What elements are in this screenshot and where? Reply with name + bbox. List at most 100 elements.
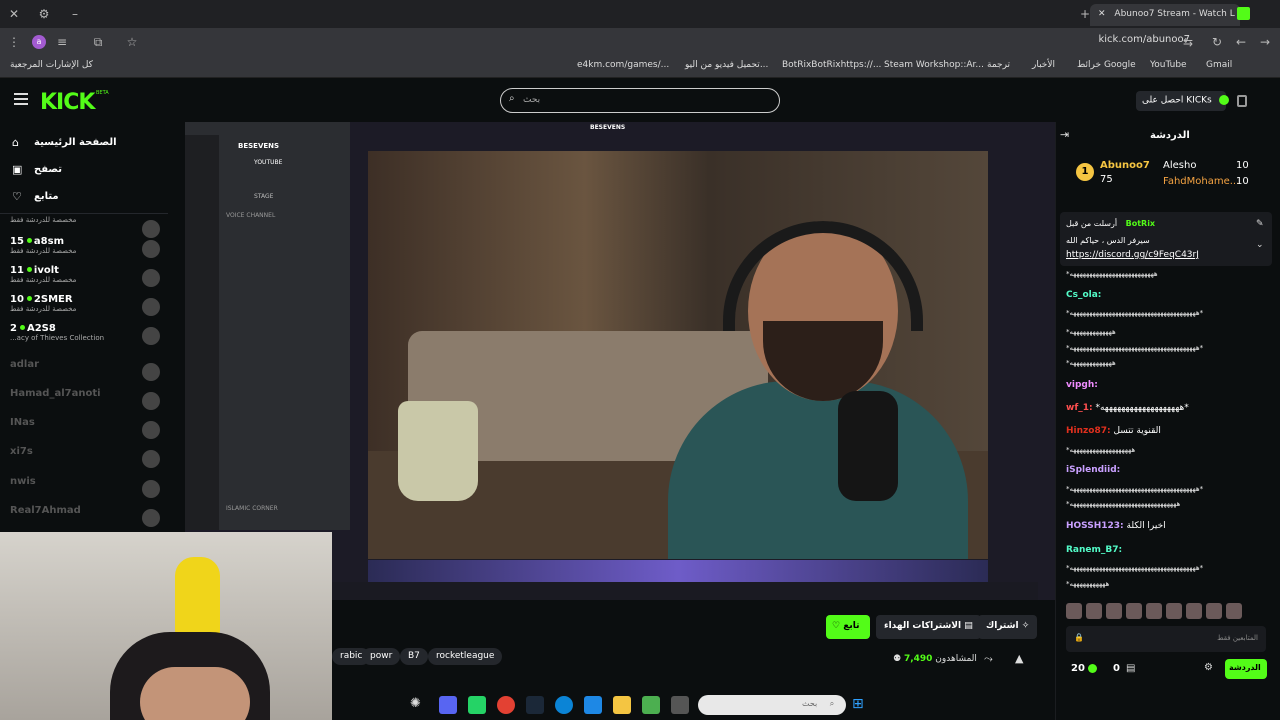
emote-icon[interactable] bbox=[1126, 603, 1142, 619]
browser-tab[interactable]: ✕ Abunoo7 Stream - Watch L bbox=[1090, 4, 1240, 26]
bookmark-item[interactable]: YouTube bbox=[1150, 60, 1187, 70]
sidebar-channel[interactable]: 2 A2S8 ...acy of Thieves Collection bbox=[10, 323, 160, 352]
tag-pill[interactable]: powr bbox=[362, 648, 401, 665]
chat-text: *ههههههههههههههههههههههههههههههههههههههه… bbox=[1066, 485, 1204, 493]
emote-icon[interactable] bbox=[1226, 603, 1242, 619]
emote-icon[interactable] bbox=[1086, 603, 1102, 619]
folder-icon[interactable] bbox=[613, 696, 631, 714]
menu-dots-icon[interactable]: ⋮ bbox=[6, 34, 22, 50]
share-icon[interactable]: ⤳ bbox=[984, 652, 993, 666]
chrome-icon[interactable] bbox=[497, 696, 515, 714]
gifter-name[interactable]: Alesho bbox=[1163, 160, 1196, 171]
whatsapp-icon[interactable] bbox=[468, 696, 486, 714]
tag-pill[interactable]: B7 bbox=[400, 648, 428, 665]
settings-icon[interactable]: ✺ bbox=[410, 696, 428, 714]
emote-icon[interactable] bbox=[1166, 603, 1182, 619]
chat-send-button[interactable]: الدردشة bbox=[1225, 659, 1267, 679]
hamburger-menu-icon[interactable] bbox=[14, 93, 28, 105]
settings-icon[interactable]: ⚙ bbox=[36, 6, 52, 22]
sidebar-channel[interactable]: adlar bbox=[10, 359, 160, 388]
collapse-chat-icon[interactable]: ⇥ bbox=[1060, 128, 1069, 141]
pinned-user[interactable]: BotRix bbox=[1126, 219, 1155, 228]
nav-browse[interactable]: تصفح bbox=[34, 164, 62, 175]
emote-icon[interactable] bbox=[1146, 603, 1162, 619]
sidebar-channel[interactable]: INas bbox=[10, 417, 160, 446]
bookmark-item[interactable]: e4km.com/games/... bbox=[577, 60, 669, 70]
emote-icon[interactable] bbox=[1066, 603, 1082, 619]
chat-username[interactable]: vipgh: bbox=[1066, 380, 1098, 390]
minimize-icon[interactable]: – bbox=[67, 6, 83, 22]
search-icon: ⌕ bbox=[829, 699, 835, 708]
chat-username[interactable]: Hinzo87: bbox=[1066, 426, 1111, 436]
channel-avatar bbox=[142, 392, 160, 410]
notes-icon[interactable] bbox=[1237, 95, 1247, 107]
forward-icon[interactable]: ← bbox=[1233, 34, 1249, 50]
chat-username[interactable]: Ranem_B7: bbox=[1066, 545, 1122, 555]
taskbar-search[interactable]: بحث ⌕ bbox=[698, 695, 846, 715]
back-icon[interactable]: → bbox=[1257, 34, 1273, 50]
nav-following[interactable]: متابع bbox=[34, 191, 59, 202]
bookmark-item[interactable]: تحميل فيديو من اليو... bbox=[685, 60, 768, 70]
bookmark-item[interactable]: Steam Workshop::Ar... bbox=[884, 60, 984, 70]
bookmark-item[interactable]: خرائط Google bbox=[1077, 60, 1136, 70]
pin-icon[interactable]: ✎ bbox=[1256, 219, 1264, 229]
sidebar-channel[interactable]: 11 ivolt مخصصة للدردشة فقط bbox=[10, 265, 160, 294]
chevron-down-icon[interactable]: ⌄ bbox=[1256, 240, 1264, 250]
chat-username[interactable]: Cs_ola: bbox=[1066, 290, 1101, 300]
app-icon[interactable] bbox=[671, 696, 689, 714]
share-icon[interactable]: ⧉ bbox=[90, 34, 106, 50]
bookmark-star-icon[interactable]: ☆ bbox=[124, 34, 140, 50]
tab-close-icon[interactable]: ✕ bbox=[1098, 9, 1106, 19]
windows-start-icon[interactable]: ⊞ bbox=[852, 696, 870, 714]
sidebar-channel[interactable]: nwis bbox=[10, 476, 160, 505]
edge-icon[interactable] bbox=[555, 696, 573, 714]
pinned-link[interactable]: https://discord.gg/c9FeqC43rJ bbox=[1066, 250, 1199, 260]
steam-icon[interactable] bbox=[526, 696, 544, 714]
report-icon[interactable]: ▲ bbox=[1015, 652, 1023, 665]
bookmark-item[interactable]: الأخبار bbox=[1032, 60, 1055, 70]
viewers-label: المشاهدون bbox=[935, 654, 977, 664]
bookmark-item[interactable]: Gmail bbox=[1206, 60, 1232, 70]
emote-icon[interactable] bbox=[1106, 603, 1122, 619]
file-icon[interactable] bbox=[584, 696, 602, 714]
bookmark-item[interactable]: BotRixBotRixhttps://... bbox=[782, 60, 881, 70]
nav-home[interactable]: الصفحة الرئيسية bbox=[34, 137, 117, 148]
settings-icon[interactable]: ⚙ bbox=[1204, 662, 1213, 673]
sidebar-channel[interactable]: Real7Ahmad bbox=[10, 505, 160, 534]
chat-message: Cs_ola: bbox=[1066, 290, 1101, 300]
discord-icon[interactable] bbox=[439, 696, 457, 714]
translate-icon[interactable]: ⇆ bbox=[1180, 34, 1196, 50]
kick-logo[interactable]: KICK bbox=[40, 90, 95, 115]
tag-pill[interactable]: rocketleague bbox=[428, 648, 503, 665]
get-kicks-button[interactable]: احصل على KICKs bbox=[1136, 91, 1229, 111]
follow-button[interactable]: ♡ تابع bbox=[826, 615, 870, 639]
channel-subtitle: مخصصة للدردشة فقط bbox=[10, 216, 77, 224]
pinned-header: أرسلت من قبل BotRix bbox=[1066, 219, 1155, 228]
profile-avatar[interactable]: a bbox=[32, 35, 46, 49]
xbox-icon[interactable] bbox=[642, 696, 660, 714]
channel-name: 2 A2S8 bbox=[10, 323, 160, 334]
gift-subs-button[interactable]: الاشتراكات الهداء ▤ bbox=[876, 615, 981, 639]
emote-icon[interactable] bbox=[1186, 603, 1202, 619]
close-icon[interactable]: ✕ bbox=[6, 6, 22, 22]
sidebar-channel[interactable]: xi7s bbox=[10, 446, 160, 475]
reload-icon[interactable]: ↻ bbox=[1209, 34, 1225, 50]
extensions-icon[interactable]: ≡ bbox=[54, 34, 70, 50]
gifter-name[interactable]: FahdMohame... bbox=[1163, 176, 1239, 187]
sidebar-channel[interactable]: 10 2SMER مخصصة للدردشة فقط bbox=[10, 294, 160, 323]
chat-username[interactable]: HOSSH123: bbox=[1066, 521, 1124, 531]
bookmark-item[interactable]: ترجمة bbox=[987, 60, 1010, 70]
sidebar-channel[interactable]: Hamad_al7anoti bbox=[10, 388, 160, 417]
address-bar[interactable]: kick.com/abunoo7 bbox=[1098, 34, 1190, 45]
gift-icon[interactable]: ▤ bbox=[1126, 663, 1135, 674]
emote-icon[interactable] bbox=[1206, 603, 1222, 619]
subscribe-button[interactable]: اشتراك ✧ bbox=[978, 615, 1038, 639]
chat-text: *ههههههههههههههههههههههههههههههههههههههه… bbox=[1066, 564, 1204, 572]
chat-input[interactable]: 🔒 المتابعين فقط bbox=[1066, 626, 1266, 652]
gifter-name[interactable]: Abunoo7 bbox=[1100, 160, 1150, 171]
sidebar-channel[interactable]: 15 a8sm مخصصة للدردشة فقط bbox=[10, 236, 160, 265]
all-bookmarks-label[interactable]: كل الإشارات المرجعية bbox=[10, 60, 93, 70]
chat-username[interactable]: iSplendiid: bbox=[1066, 465, 1120, 475]
search-input[interactable]: ⌕ بحث bbox=[500, 88, 780, 113]
chat-username[interactable]: wf_1: bbox=[1066, 403, 1093, 413]
